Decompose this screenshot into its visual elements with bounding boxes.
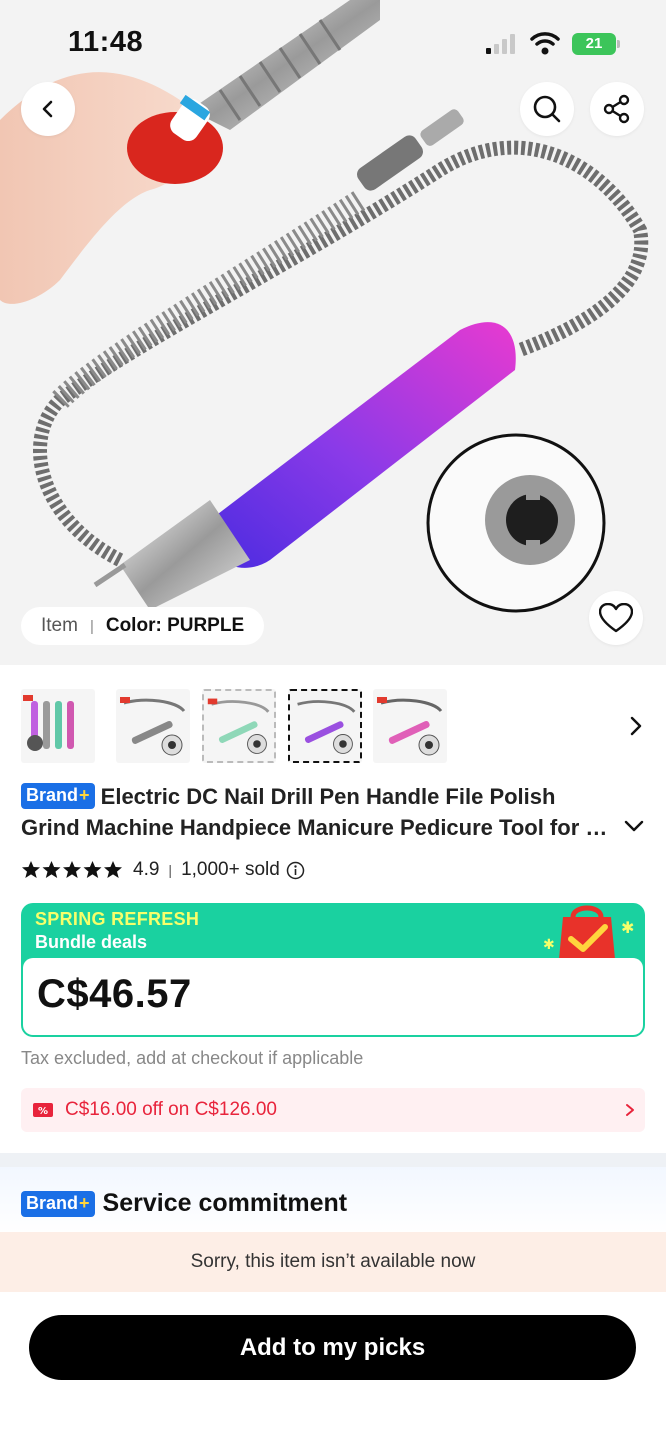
share-button[interactable] (590, 82, 644, 136)
svg-text:✱: ✱ (621, 918, 634, 937)
thumb-gray[interactable] (116, 689, 190, 763)
service-commitment-title: Service commitment (102, 1189, 348, 1217)
service-commitment-section[interactable]: Brand + Service commitment (0, 1167, 666, 1233)
variant-value: Color: PURPLE (105, 615, 245, 636)
thumbnail-strip (21, 689, 661, 765)
back-button[interactable] (21, 82, 75, 136)
wifi-icon (530, 32, 560, 55)
product-title-line1: Brand + Electric DC Nail Drill Pen Handle… (21, 781, 651, 812)
product-title: Electric DC Nail Drill Pen Handle File P… (100, 784, 556, 809)
price-card: SPRING REFRESH Bundle deals ✱ ✱ C$46.57 (21, 903, 645, 1037)
battery-level: 21 (572, 33, 616, 55)
product-title-line2: Grind Machine Handpiece Manicure Pedicur… (21, 815, 621, 840)
thumb-image (120, 697, 186, 756)
thumb-green[interactable] (202, 689, 276, 763)
shopping-bag-icon: ✱ ✱ (543, 905, 634, 959)
status-bar: 11:48 21 (0, 0, 666, 90)
thumb-image (207, 698, 270, 754)
thumb-image (297, 700, 356, 754)
chevron-down-icon[interactable] (623, 819, 645, 833)
wishlist-button[interactable] (589, 591, 643, 645)
section-divider (0, 1153, 666, 1167)
thumb-all-colors[interactable] (21, 689, 95, 763)
svg-text:✱: ✱ (543, 937, 555, 953)
share-icon (603, 94, 630, 124)
chevron-right-icon[interactable] (629, 715, 643, 737)
search-button[interactable] (520, 82, 574, 136)
add-to-picks-button[interactable]: Add to my picks (29, 1315, 636, 1380)
cellular-signal-icon (486, 34, 515, 54)
stars-icon (22, 861, 122, 878)
brand-plus-badge: Brand + (21, 782, 95, 809)
rating-value: 4.9 (133, 859, 160, 880)
heart-icon (599, 603, 633, 633)
status-time: 11:48 (68, 26, 144, 58)
thumb-image (23, 695, 74, 751)
star-rating (21, 860, 123, 880)
promo-title: SPRING REFRESH (35, 909, 200, 929)
product-image-gallery[interactable]: 11:48 21 Item | Color: PURPLE (0, 0, 666, 665)
thumb-image (377, 697, 443, 756)
sold-count: 1,000+ sold (181, 859, 280, 880)
unavailable-notice: Sorry, this item isn’t available now (0, 1232, 666, 1292)
product-title-block: Brand + Electric DC Nail Drill Pen Handle… (21, 781, 651, 843)
thumb-purple[interactable] (288, 689, 362, 763)
info-icon[interactable] (286, 861, 305, 880)
variant-selector-pill[interactable]: Item | Color: PURPLE (21, 607, 265, 645)
coupon-icon: % (33, 1103, 53, 1117)
coupon-banner[interactable]: % C$16.00 off on C$126.00 (21, 1088, 645, 1132)
svg-text:%: % (38, 1106, 48, 1117)
variant-label: Item (41, 615, 78, 636)
chevron-left-icon (42, 100, 53, 118)
promo-subtitle: Bundle deals (35, 932, 148, 952)
brand-plus-badge: Brand + (21, 1190, 95, 1217)
tax-note: Tax excluded, add at checkout if applica… (21, 1048, 364, 1068)
battery-icon: 21 (572, 33, 620, 55)
chevron-right-icon (626, 1104, 634, 1116)
thumb-pink[interactable] (373, 689, 447, 763)
product-price: C$46.57 (37, 972, 192, 1016)
rating-row[interactable]: 4.9 | 1,000+ sold (21, 857, 305, 883)
price-box: C$46.57 (23, 958, 643, 1035)
search-icon (533, 95, 561, 123)
coupon-text: C$16.00 off on C$126.00 (65, 1099, 277, 1120)
